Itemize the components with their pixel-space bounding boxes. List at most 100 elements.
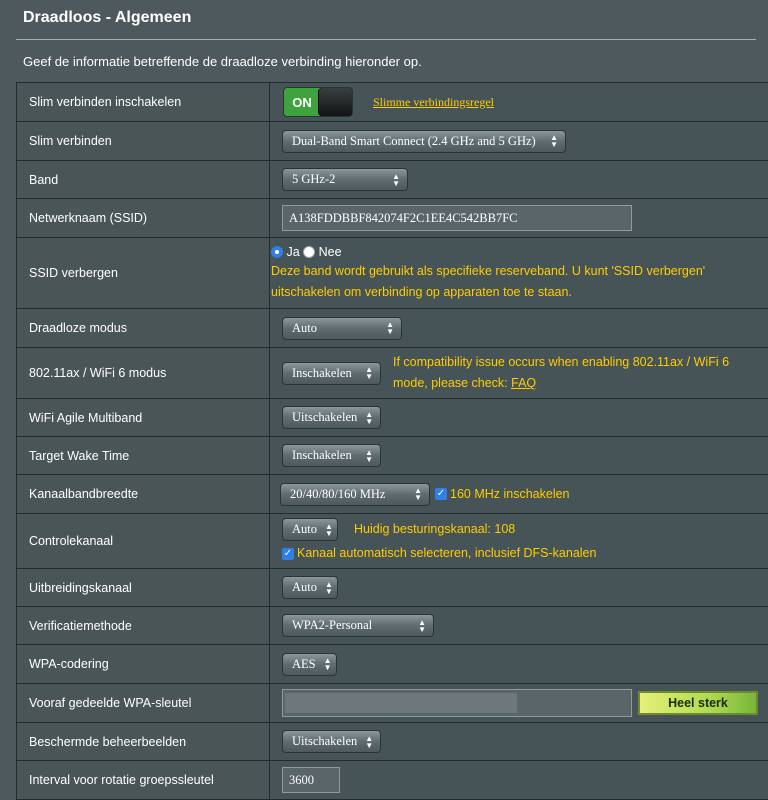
wpa-encryption-select[interactable]: AES ▲ ▼ [282, 652, 337, 676]
row-pmf: Beschermde beheerbeelden Uitschakelen ▲ ▼ [16, 723, 768, 761]
row-label: Kanaalbandbreedte [16, 475, 270, 513]
row-label: 802.11ax / WiFi 6 modus [16, 348, 270, 398]
note-line: If compatibility issue occurs when enabl… [393, 355, 730, 369]
row-smart-connect: Slim verbinden Dual-Band Smart Connect (… [16, 122, 768, 161]
row-label: WiFi Agile Multiband [16, 399, 270, 436]
ssid-input[interactable]: A138FDDBBF842074F2C1EE4C542BB7FC [282, 205, 632, 231]
row-value: Auto ▲ ▼ [270, 309, 768, 347]
row-wireless-mode: Draadloze modus Auto ▲ ▼ [16, 309, 768, 348]
row-label: Controlekanaal [16, 514, 270, 568]
enable-160mhz-checkbox[interactable]: ✓ [435, 488, 447, 500]
pmf-select[interactable]: Uitschakelen ▲ ▼ [282, 730, 381, 753]
select-value: 20/40/80/160 MHz [290, 486, 386, 501]
row-wpa-key: Vooraf gedeelde WPA-sleutel Heel sterk [16, 684, 768, 723]
row-label: WPA-codering [16, 645, 270, 683]
select-value: AES [292, 656, 316, 671]
select-arrows-icon: ▲ ▼ [550, 133, 558, 149]
smart-connect-rule-link[interactable]: Slimme verbindingsregel [373, 95, 494, 110]
select-value: Dual-Band Smart Connect (2.4 GHz and 5 G… [292, 133, 536, 148]
row-value: Dual-Band Smart Connect (2.4 GHz and 5 G… [270, 122, 768, 160]
row-value: Uitschakelen ▲ ▼ [270, 399, 768, 436]
target-wake-time-select[interactable]: Inschakelen ▲ ▼ [282, 444, 381, 467]
select-arrows-icon: ▲ ▼ [325, 521, 333, 538]
extension-channel-select[interactable]: Auto ▲ ▼ [282, 576, 338, 599]
select-arrows-icon: ▲ ▼ [323, 656, 332, 672]
row-hide-ssid: SSID verbergen Ja Nee Deze band wordt ge… [16, 238, 768, 309]
row-label: Slim verbinden [16, 122, 270, 160]
row-value: Heel sterk [270, 684, 768, 722]
auto-channel-dfs-label: Kanaal automatisch selecteren, inclusief… [297, 546, 597, 560]
toggle-on-label: ON [284, 88, 320, 116]
select-arrows-icon: ▲ ▼ [386, 320, 394, 336]
row-ssid: Netwerknaam (SSID) A138FDDBBF842074F2C1E… [16, 199, 768, 238]
row-value: Ja Nee Deze band wordt gebruikt als spec… [270, 238, 768, 308]
wpa-key-input[interactable] [282, 689, 632, 717]
select-value: Inschakelen [292, 365, 352, 380]
row-control-channel: Controlekanaal Auto ▲ ▼ Huidig besturings… [16, 514, 768, 569]
smart-connect-toggle[interactable]: ON [283, 87, 353, 117]
smart-connect-select[interactable]: Dual-Band Smart Connect (2.4 GHz and 5 G… [282, 129, 566, 153]
select-arrows-icon: ▲ ▼ [418, 617, 426, 634]
row-value: 5 GHz-2 ▲ ▼ [270, 161, 768, 198]
hide-ssid-yes-label: Ja [286, 244, 300, 259]
row-wifi6-mode: 802.11ax / WiFi 6 modus Inschakelen ▲ ▼ I… [16, 348, 768, 399]
select-value: Auto [292, 522, 317, 536]
enable-160mhz-label: 160 MHz inschakelen [450, 486, 570, 501]
agile-multiband-select[interactable]: Uitschakelen ▲ ▼ [282, 406, 381, 429]
select-arrows-icon: ▲ ▼ [414, 486, 422, 502]
ssid-value: A138FDDBBF842074F2C1EE4C542BB7FC [289, 210, 518, 225]
select-arrows-icon: ▲ ▼ [325, 579, 333, 596]
row-value: Inschakelen ▲ ▼ If compatibility issue oc… [270, 348, 768, 398]
select-arrows-icon: ▲ ▼ [392, 171, 400, 188]
wifi6-mode-select[interactable]: Inschakelen ▲ ▼ [282, 361, 381, 385]
row-value: Inschakelen ▲ ▼ [270, 437, 768, 474]
row-agile-multiband: WiFi Agile Multiband Uitschakelen ▲ ▼ [16, 399, 768, 437]
row-label: Band [16, 161, 270, 198]
auth-method-select[interactable]: WPA2-Personal ▲ ▼ [282, 614, 434, 637]
row-label: Uitbreidingskanaal [16, 569, 270, 606]
row-smart-connect-enable: Slim verbinden inschakelen ON Slimme ver… [16, 83, 768, 122]
group-key-interval-input[interactable]: 3600 [282, 767, 340, 793]
wifi6-note: If compatibility issue occurs when enabl… [393, 352, 729, 394]
row-value: Uitschakelen ▲ ▼ [270, 723, 768, 760]
group-key-interval-value: 3600 [289, 772, 314, 787]
note-line: mode, please check: FAQ [393, 373, 729, 394]
auto-channel-dfs-checkbox[interactable]: ✓ [282, 547, 294, 560]
faq-link[interactable]: FAQ [511, 376, 536, 390]
current-channel-text: Huidig besturingskanaal: 108 [354, 522, 516, 536]
page-intro: Geef de informatie betreffende de draadl… [23, 54, 422, 69]
password-strength-meter: Heel sterk [638, 691, 758, 715]
hide-ssid-no-radio[interactable] [303, 245, 316, 258]
note-line: uitschakelen om verbinding op apparaten … [271, 284, 572, 299]
wireless-mode-select[interactable]: Auto ▲ ▼ [282, 316, 402, 340]
select-arrows-icon: ▲ ▼ [365, 365, 373, 381]
select-value: Auto [292, 580, 317, 594]
row-value: WPA2-Personal ▲ ▼ [270, 607, 768, 644]
hide-ssid-no-label: Nee [318, 244, 342, 259]
band-select[interactable]: 5 GHz-2 ▲ ▼ [282, 168, 408, 191]
control-channel-select[interactable]: Auto ▲ ▼ [282, 518, 338, 541]
row-value: Auto ▲ ▼ Huidig besturingskanaal: 108 ✓ K… [270, 514, 768, 568]
row-label: Netwerknaam (SSID) [16, 199, 270, 237]
hide-ssid-yes-radio[interactable] [271, 245, 283, 258]
note-text: mode, please check: [393, 376, 512, 390]
row-label: Target Wake Time [16, 437, 270, 474]
row-channel-bandwidth: Kanaalbandbreedte 20/40/80/160 MHz ▲ ▼ ✓ … [16, 475, 768, 514]
row-label: Vooraf gedeelde WPA-sleutel [16, 684, 270, 722]
row-value: AES ▲ ▼ [270, 645, 768, 683]
row-band: Band 5 GHz-2 ▲ ▼ [16, 161, 768, 199]
select-value: WPA2-Personal [292, 618, 373, 632]
row-auth-method: Verificatiemethode WPA2-Personal ▲ ▼ [16, 607, 768, 645]
row-extension-channel: Uitbreidingskanaal Auto ▲ ▼ [16, 569, 768, 607]
row-value: Auto ▲ ▼ [270, 569, 768, 606]
row-value: ON Slimme verbindingsregel [270, 83, 768, 121]
channel-bandwidth-select[interactable]: 20/40/80/160 MHz ▲ ▼ [280, 482, 430, 506]
row-value: 20/40/80/160 MHz ▲ ▼ ✓ 160 MHz inschakele… [270, 475, 768, 513]
select-arrows-icon: ▲ ▼ [365, 447, 373, 464]
row-label: Beschermde beheerbeelden [16, 723, 270, 760]
row-wpa-encryption: WPA-codering AES ▲ ▼ [16, 645, 768, 684]
row-label: Draadloze modus [16, 309, 270, 347]
row-label: SSID verbergen [16, 238, 270, 308]
note-line: Deze band wordt gebruikt als specifieke … [271, 263, 706, 278]
settings-table: Slim verbinden inschakelen ON Slimme ver… [16, 82, 768, 800]
